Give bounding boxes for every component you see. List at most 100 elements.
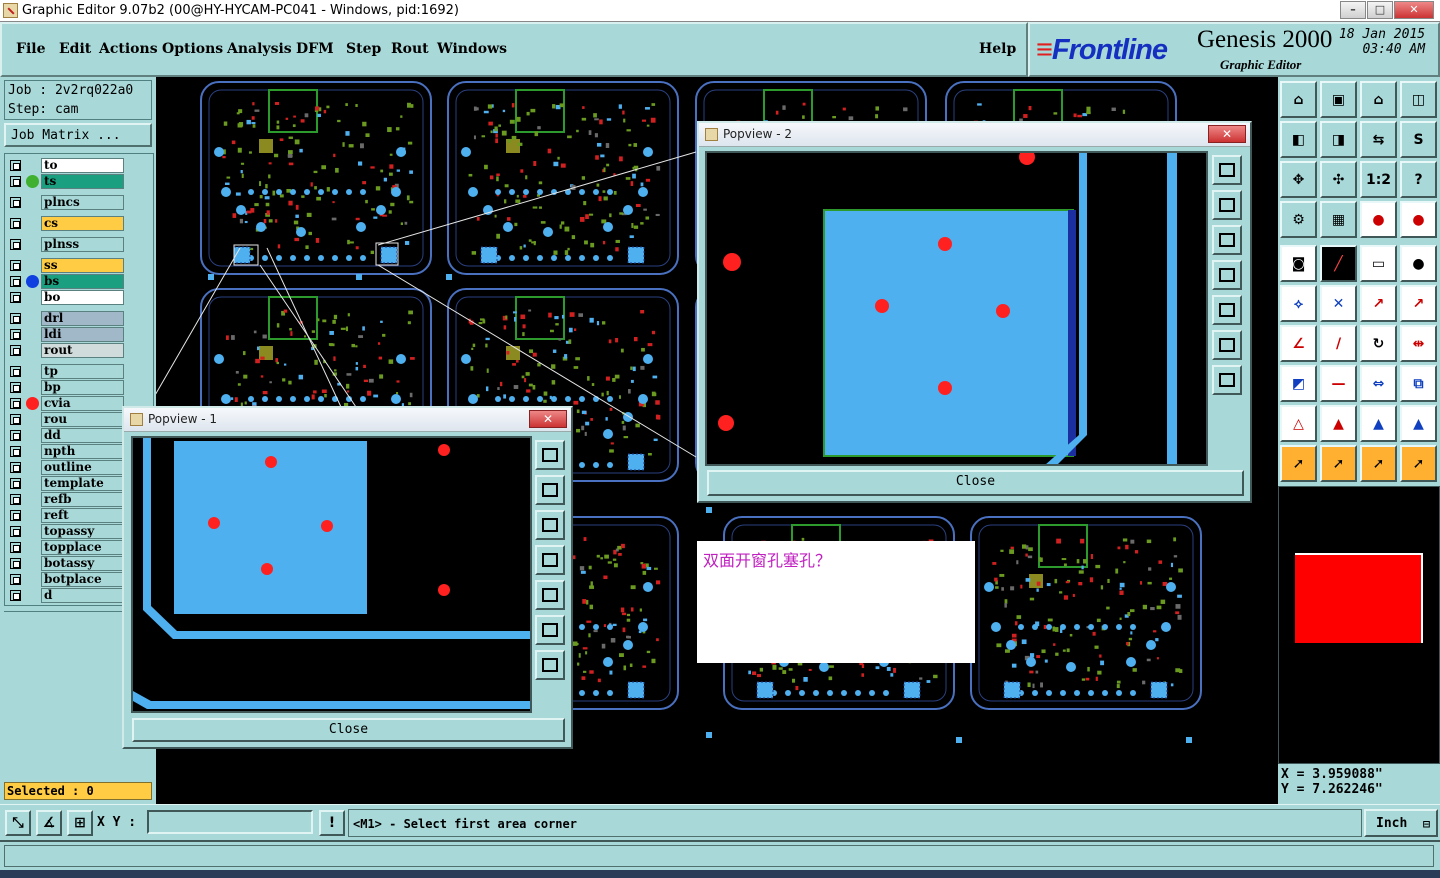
- overview-map[interactable]: [1278, 486, 1440, 764]
- connect-tool-button[interactable]: ⟡: [1280, 285, 1317, 322]
- popview-pan-left-button[interactable]: [535, 545, 565, 575]
- layer-name[interactable]: topassy: [41, 524, 124, 539]
- layer-checkbox[interactable]: [10, 313, 21, 324]
- help-button[interactable]: ?: [1400, 161, 1437, 198]
- menu-step[interactable]: Step: [346, 41, 381, 57]
- layer-name[interactable]: tp: [41, 364, 124, 379]
- layer-row-cs[interactable]: cs: [5, 216, 153, 231]
- layer-name[interactable]: bo: [41, 290, 124, 305]
- minimize-button[interactable]: –: [1340, 1, 1366, 19]
- line-tool-button[interactable]: ╱: [1320, 245, 1357, 282]
- zoom-out-button[interactable]: ✥: [1280, 161, 1317, 198]
- layer-name[interactable]: topplace: [41, 540, 124, 555]
- grid-button[interactable]: ▦: [1320, 201, 1357, 238]
- resize-tool-button[interactable]: ⇔: [1360, 365, 1397, 402]
- menu-windows[interactable]: Windows: [437, 41, 507, 57]
- layer-checkbox[interactable]: [10, 478, 21, 489]
- layer-name[interactable]: reft: [41, 508, 124, 523]
- layout-button[interactable]: ⌂: [1360, 81, 1397, 118]
- polygon-alt-tool-button[interactable]: ▲: [1400, 405, 1437, 442]
- layer-name[interactable]: ldi: [41, 327, 124, 342]
- layer-checkbox[interactable]: [10, 494, 21, 505]
- popview-pan-down-button[interactable]: [1212, 225, 1242, 255]
- pointer-measure-button[interactable]: ➚: [1400, 445, 1437, 482]
- mirror-button[interactable]: ⇆: [1360, 121, 1397, 158]
- layer-checkbox[interactable]: [10, 292, 21, 303]
- layer-row-to[interactable]: to: [5, 158, 153, 173]
- pointer-tool-button[interactable]: ➚: [1280, 445, 1317, 482]
- pointer-select-button[interactable]: ➚: [1320, 445, 1357, 482]
- menu-file[interactable]: File: [16, 41, 45, 57]
- layer-checkbox[interactable]: [10, 366, 21, 377]
- zoom-home-button[interactable]: ▣: [1320, 81, 1357, 118]
- menu-edit[interactable]: Edit: [59, 41, 91, 57]
- layer-name[interactable]: cvia: [41, 396, 124, 411]
- redraw-button[interactable]: S: [1400, 121, 1437, 158]
- layer-row-tp[interactable]: tp: [5, 364, 153, 379]
- popview-2-view[interactable]: [705, 151, 1208, 466]
- copy-tool-button[interactable]: ↗: [1400, 285, 1437, 322]
- flip-tool-button[interactable]: ⇹: [1400, 325, 1437, 362]
- layer-checkbox[interactable]: [10, 329, 21, 340]
- move-tool-button[interactable]: ↗: [1360, 285, 1397, 322]
- layer-row-rout[interactable]: rout: [5, 343, 153, 358]
- layer-checkbox[interactable]: [10, 558, 21, 569]
- popview-zoom-in-button[interactable]: [535, 650, 565, 680]
- layer-checkbox[interactable]: [10, 260, 21, 271]
- layer-row-plnss[interactable]: plnss: [5, 237, 153, 252]
- maximize-button[interactable]: □: [1367, 1, 1393, 19]
- layer-checkbox[interactable]: [10, 542, 21, 553]
- measure-button[interactable]: ∡: [36, 810, 62, 836]
- popview-pan-down-button[interactable]: [535, 510, 565, 540]
- popview-2-close-button[interactable]: Close: [707, 470, 1244, 496]
- xy-input[interactable]: [147, 810, 313, 834]
- layer-checkbox[interactable]: [10, 345, 21, 356]
- layer-name[interactable]: bs: [41, 274, 124, 289]
- menu-analysis[interactable]: Analysis: [227, 41, 292, 57]
- layer-name[interactable]: dd: [41, 428, 124, 443]
- slash-tool-button[interactable]: /: [1320, 325, 1357, 362]
- pan-left-button[interactable]: ◧: [1280, 121, 1317, 158]
- layer-name[interactable]: ts: [41, 174, 124, 189]
- pad-tool-button[interactable]: ◙: [1280, 245, 1317, 282]
- popview-pan-left-button[interactable]: [1212, 260, 1242, 290]
- popview-1-close-button[interactable]: Close: [132, 718, 565, 742]
- layer-name[interactable]: bp: [41, 380, 124, 395]
- popview-pan-right-button[interactable]: [535, 580, 565, 610]
- layer-name[interactable]: refb: [41, 492, 124, 507]
- pan-right-button[interactable]: ◨: [1320, 121, 1357, 158]
- popview-zoom-button[interactable]: [1212, 155, 1242, 185]
- menu-actions[interactable]: Actions: [99, 41, 158, 57]
- popview-2-titlebar-close[interactable]: ✕: [1208, 125, 1246, 143]
- layer-name[interactable]: outline: [41, 460, 124, 475]
- layer-checkbox[interactable]: [10, 510, 21, 521]
- group-tool-button[interactable]: ⧉: [1400, 365, 1437, 402]
- pointer-circle-button[interactable]: ➚: [1360, 445, 1397, 482]
- menu-help[interactable]: Help: [979, 41, 1016, 57]
- layer-name[interactable]: botplace: [41, 572, 124, 587]
- layer-checkbox[interactable]: [10, 398, 21, 409]
- layer-checkbox[interactable]: [10, 526, 21, 537]
- units-select[interactable]: Inch ⊟: [1364, 809, 1438, 837]
- surface-tool-button[interactable]: ●: [1400, 245, 1437, 282]
- alert-button[interactable]: !: [319, 810, 345, 836]
- layer-name[interactable]: botassy: [41, 556, 124, 571]
- layer-name[interactable]: plnss: [41, 237, 124, 252]
- popview-1-view[interactable]: [131, 436, 532, 713]
- layer-name[interactable]: plncs: [41, 195, 124, 210]
- home-view-button[interactable]: ⌂: [1280, 81, 1317, 118]
- snap-grid-button[interactable]: ⊞: [67, 810, 93, 836]
- layer-name[interactable]: drl: [41, 311, 124, 326]
- layer-row-ts[interactable]: ts: [5, 174, 153, 189]
- popview-zoom-out-button[interactable]: [1212, 330, 1242, 360]
- fill-tool-button[interactable]: △: [1280, 405, 1317, 442]
- popview-1-titlebar-close[interactable]: ✕: [529, 410, 567, 428]
- layer-name[interactable]: template: [41, 476, 124, 491]
- layer-row-ss[interactable]: ss: [5, 258, 153, 273]
- layer-checkbox[interactable]: [10, 382, 21, 393]
- zoom-area-button[interactable]: ⤡: [5, 810, 31, 836]
- layer-row-drl[interactable]: drl: [5, 311, 153, 326]
- layer-name[interactable]: d: [41, 588, 124, 603]
- popview-zoom-out-button[interactable]: [535, 615, 565, 645]
- polygon-tool-button[interactable]: ▲: [1360, 405, 1397, 442]
